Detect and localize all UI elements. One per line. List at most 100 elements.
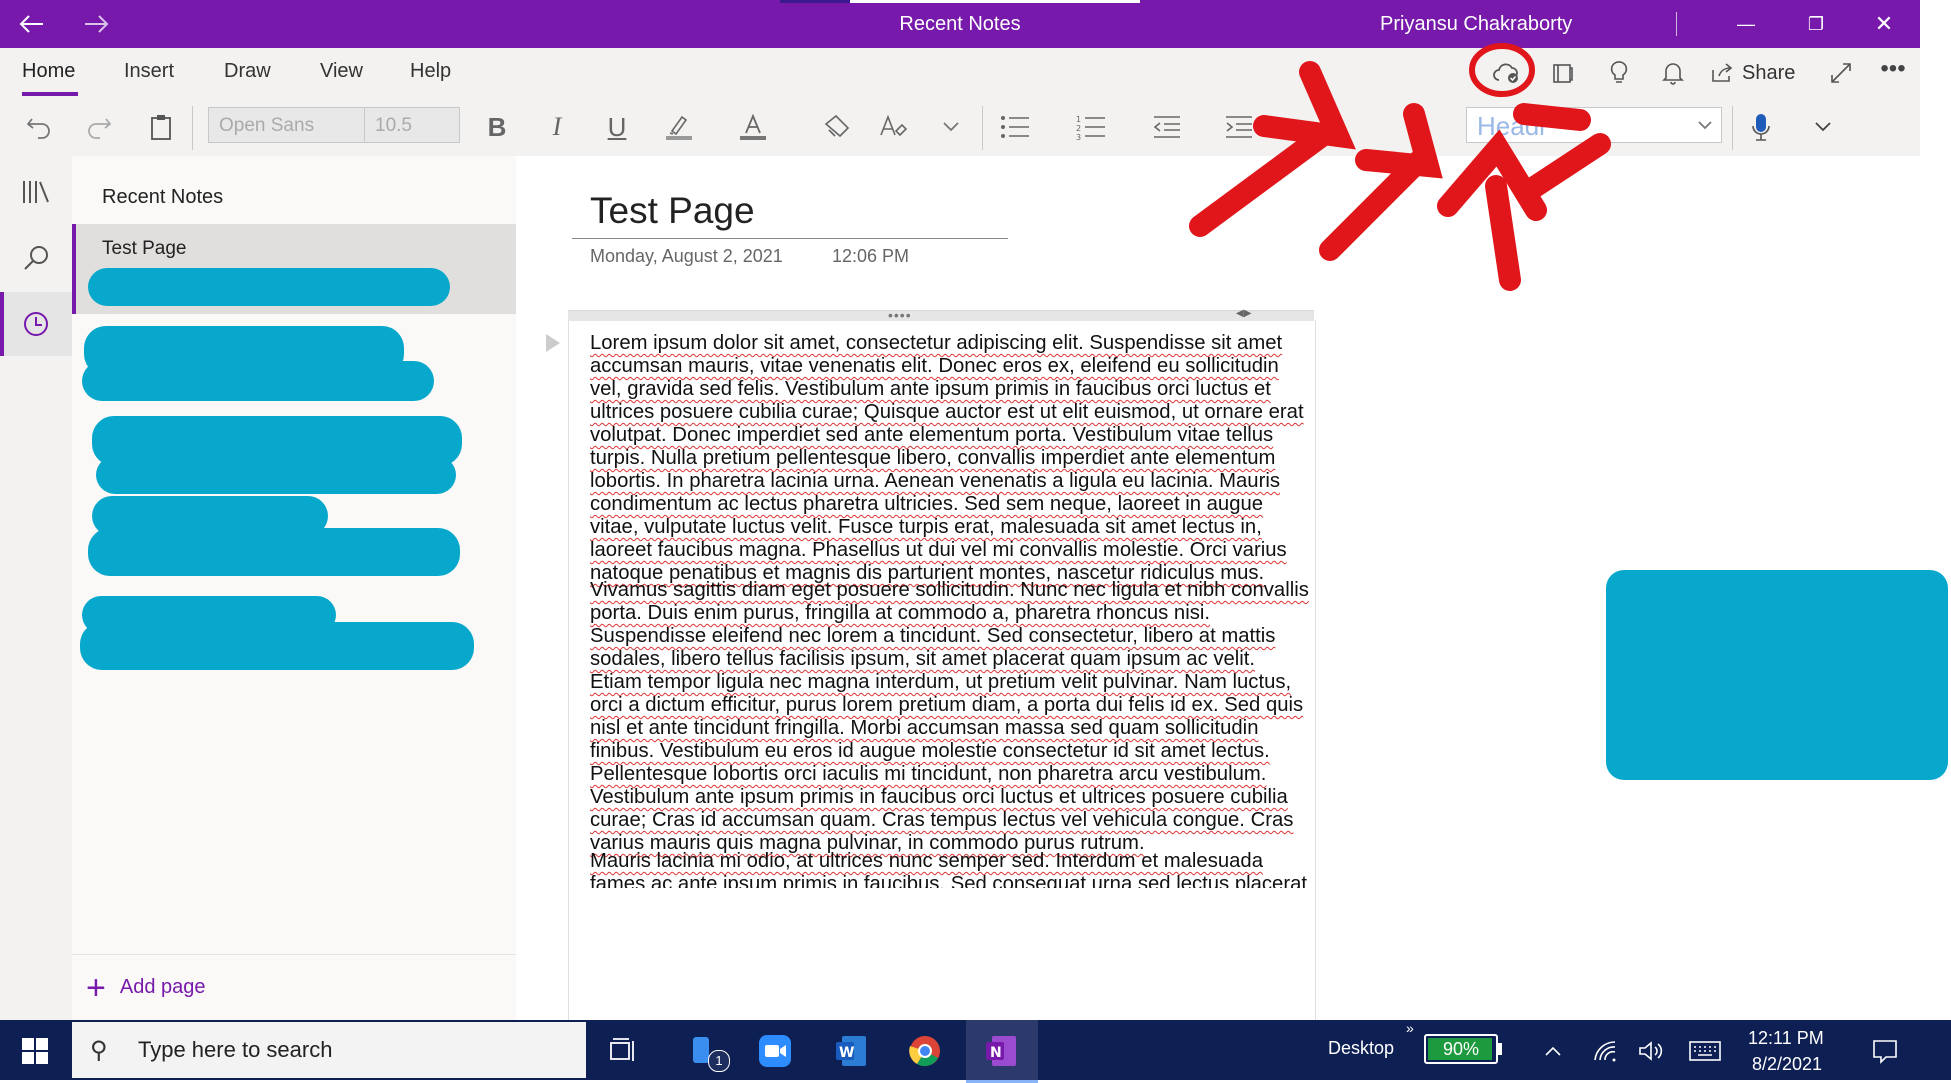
clear-formatting-button[interactable] xyxy=(874,108,912,146)
clock-icon xyxy=(24,312,48,336)
redaction-mark xyxy=(88,268,450,306)
divider xyxy=(192,106,193,150)
active-page-indicator xyxy=(72,224,76,314)
maximize-button[interactable]: ❐ xyxy=(1788,0,1844,48)
bullets-button[interactable] xyxy=(996,108,1034,146)
chevron-up-icon xyxy=(1545,1046,1561,1056)
chevron-down-icon xyxy=(1698,121,1712,130)
action-center-button[interactable] xyxy=(1862,1028,1908,1074)
toolbar-expand-icon[interactable]: » xyxy=(1406,1020,1414,1036)
dictate-options-dropdown[interactable] xyxy=(1804,108,1842,146)
word-app-button[interactable]: W xyxy=(828,1028,874,1074)
library-icon xyxy=(23,181,49,203)
pane-title: Recent Notes xyxy=(102,186,224,208)
svg-text:2: 2 xyxy=(1076,124,1081,133)
clock-time[interactable]: 12:11 PM xyxy=(1748,1028,1824,1049)
numbering-button[interactable]: 123 xyxy=(1072,108,1110,146)
zoom-app-button[interactable] xyxy=(752,1028,798,1074)
tab-view[interactable]: View xyxy=(320,60,363,83)
bulleted-list-icon xyxy=(1001,116,1029,138)
zoom-icon xyxy=(759,1035,791,1067)
tab-insert[interactable]: Insert xyxy=(124,60,174,83)
microphone-icon xyxy=(1752,114,1770,141)
resize-handle-icon[interactable]: ◀▶ xyxy=(1236,308,1251,319)
search-icon xyxy=(24,246,48,270)
speaker-icon xyxy=(1639,1041,1663,1061)
close-button[interactable]: ✕ xyxy=(1856,0,1912,48)
italic-icon: I xyxy=(552,112,562,141)
notebooks-nav-button[interactable] xyxy=(16,172,56,212)
touch-keyboard-button[interactable] xyxy=(1682,1028,1728,1074)
paste-button[interactable] xyxy=(142,108,180,146)
notification-badge: 1 xyxy=(708,1050,730,1072)
ribbon-tabs: Home Insert Draw View Help Share ••• xyxy=(0,48,1920,98)
bold-button[interactable]: B xyxy=(478,108,516,146)
underline-button[interactable]: U xyxy=(598,108,636,146)
note-paragraph[interactable]: Lorem ipsum dolor sit amet, consectetur … xyxy=(590,332,1310,585)
search-icon: ⚲ xyxy=(90,1036,108,1064)
divider xyxy=(982,106,983,150)
svg-text:N: N xyxy=(990,1045,1002,1061)
font-color-icon xyxy=(740,113,766,140)
clock-date[interactable]: 8/2/2021 xyxy=(1752,1054,1822,1075)
font-name-field[interactable]: Open Sans xyxy=(208,107,366,143)
page-list-item-label: Test Page xyxy=(102,238,187,259)
phone-app-button[interactable]: 1 xyxy=(680,1028,730,1074)
windows-logo-icon xyxy=(22,1038,48,1064)
page-time: 12:06 PM xyxy=(832,246,910,266)
full-page-button[interactable] xyxy=(1824,58,1858,88)
network-button[interactable] xyxy=(1582,1028,1628,1074)
forward-button[interactable] xyxy=(68,0,124,48)
battery-indicator[interactable]: 90% xyxy=(1424,1034,1498,1064)
red-arrow-annotation xyxy=(1189,43,1611,291)
onenote-app-button[interactable]: N xyxy=(978,1028,1024,1074)
outdent-icon xyxy=(1153,116,1180,138)
share-button[interactable]: Share xyxy=(1710,58,1795,88)
chrome-app-button[interactable] xyxy=(902,1028,948,1074)
highlight-button[interactable] xyxy=(660,108,698,146)
rail-active-indicator xyxy=(0,292,4,356)
note-paragraph[interactable]: Mauris lacinia mi odio, at ultrices nunc… xyxy=(590,850,1310,888)
task-view-button[interactable] xyxy=(600,1028,646,1074)
svg-text:1: 1 xyxy=(1076,115,1081,124)
note-paragraph[interactable]: Vivamus sagittis diam eget posuere solli… xyxy=(590,579,1310,855)
search-nav-button[interactable] xyxy=(16,238,56,278)
page-list-pane: Recent Notes Test Page + Add page xyxy=(72,156,517,1020)
add-page-button[interactable]: + Add page xyxy=(86,968,206,1007)
font-size-field[interactable]: 10.5 xyxy=(364,107,460,143)
show-hidden-icons-button[interactable] xyxy=(1530,1028,1576,1074)
taskbar-search[interactable]: ⚲ Type here to search xyxy=(72,1022,586,1078)
more-options-button[interactable]: ••• xyxy=(1876,54,1910,84)
title-underline xyxy=(572,238,1008,239)
windows-taskbar: ⚲ Type here to search 1 W N Desktop » 90… xyxy=(0,1020,1951,1083)
highlighter-icon xyxy=(666,115,692,140)
underline-icon: U xyxy=(607,111,627,142)
tab-draw[interactable]: Draw xyxy=(224,60,271,83)
redo-button[interactable] xyxy=(80,108,118,146)
battery-percent: 90% xyxy=(1442,1039,1480,1059)
minimize-button[interactable]: — xyxy=(1718,0,1774,48)
volume-button[interactable] xyxy=(1628,1028,1674,1074)
format-painter-button[interactable] xyxy=(818,108,856,146)
font-color-button[interactable] xyxy=(734,108,772,146)
desktop-toolbar-label[interactable]: Desktop xyxy=(1328,1038,1394,1059)
arrow-right-icon xyxy=(85,15,109,33)
battery-tip xyxy=(1498,1043,1502,1055)
start-button[interactable] xyxy=(12,1028,58,1074)
dictate-button[interactable] xyxy=(1742,108,1780,146)
word-icon: W xyxy=(836,1036,866,1066)
notification-center-icon xyxy=(1873,1040,1897,1064)
italic-button[interactable]: I xyxy=(538,108,576,146)
redaction-mark xyxy=(96,456,456,494)
navigation-rail xyxy=(0,156,73,1020)
back-button[interactable] xyxy=(4,0,60,48)
page-title[interactable]: Test Page xyxy=(590,190,755,232)
notifications-button[interactable] xyxy=(1656,58,1690,88)
undo-button[interactable] xyxy=(20,108,58,146)
chevron-down-icon xyxy=(943,122,959,132)
tab-help[interactable]: Help xyxy=(410,60,451,83)
recent-notes-nav-button[interactable] xyxy=(16,304,56,344)
plus-icon: + xyxy=(86,968,106,1007)
tab-home[interactable]: Home xyxy=(22,60,75,83)
more-formatting-dropdown[interactable] xyxy=(932,108,970,146)
